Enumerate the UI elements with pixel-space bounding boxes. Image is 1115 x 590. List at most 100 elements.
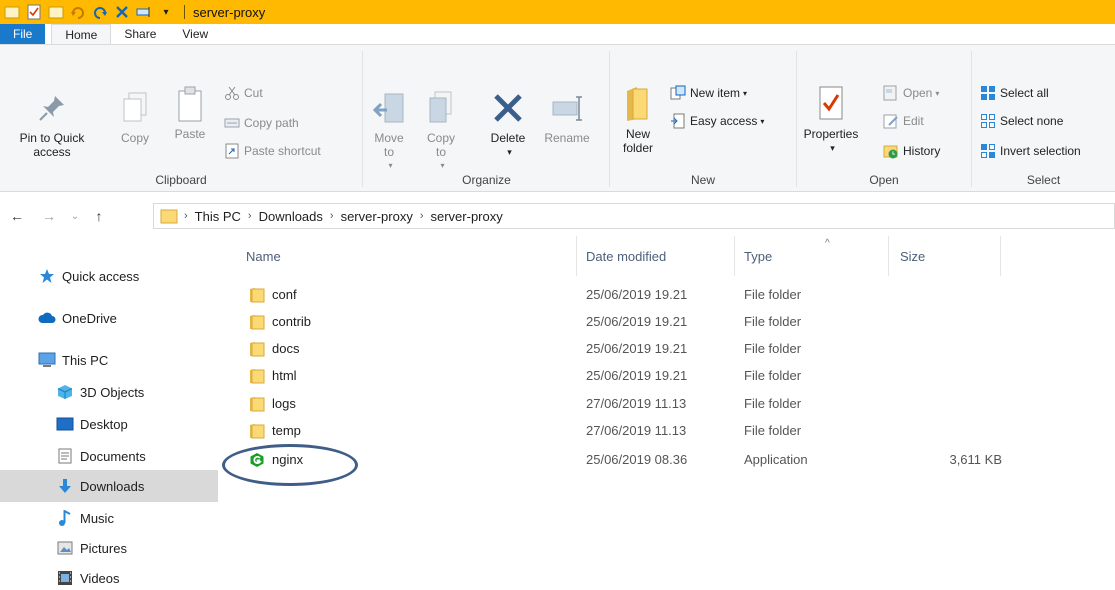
file-type: File folder (744, 423, 802, 438)
easy-access-label: Easy access (690, 114, 758, 128)
file-type: File folder (744, 368, 802, 383)
nav-label: Videos (80, 570, 120, 586)
nav-item-onedrive[interactable]: OneDrive (0, 302, 218, 334)
folder-icon (248, 423, 266, 439)
copy-path-button[interactable]: Copy path (224, 113, 299, 133)
new-item-button[interactable]: New item ▾ (670, 83, 747, 103)
select-group: Select all Select none Invert selection … (972, 45, 1115, 191)
move-to-button[interactable]: Move to ▾ (369, 89, 409, 173)
breadcrumb-server-proxy[interactable]: server-proxy (341, 209, 413, 224)
invert-selection-icon (980, 143, 996, 159)
history-button[interactable]: History (883, 141, 940, 161)
edit-button[interactable]: Edit (883, 111, 924, 131)
address-bar[interactable]: › This PC › Downloads › server-proxy › s… (153, 203, 1115, 229)
column-divider[interactable] (888, 236, 889, 276)
table-row[interactable]: logs 27/06/2019 11.13 File folder (230, 390, 1115, 417)
file-name: docs (272, 341, 300, 356)
folder-icon (4, 4, 20, 20)
clipboard-group: Pin to Quick access Copy Paste Cut Copy … (0, 45, 362, 191)
breadcrumb-this-pc[interactable]: This PC (195, 209, 241, 224)
select-none-button[interactable]: Select none (980, 111, 1063, 131)
file-date: 25/06/2019 19.21 (586, 368, 688, 383)
file-size: 3,611 KB (949, 452, 1002, 467)
tab-home[interactable]: Home (51, 24, 112, 45)
column-header-date-modified[interactable]: Date modified (586, 242, 666, 270)
undo-icon[interactable] (92, 4, 108, 20)
paste-label: Paste (174, 127, 206, 141)
table-row[interactable]: conf 25/06/2019 19.21 File folder (230, 281, 1115, 308)
delete-button[interactable]: Delete ▾ (483, 89, 533, 159)
column-header-size[interactable]: Size (900, 242, 925, 270)
breadcrumb-separator-icon[interactable]: › (184, 210, 188, 222)
table-row[interactable]: temp 27/06/2019 11.13 File folder (230, 417, 1115, 444)
highlight-annotation-oval (222, 444, 358, 486)
column-divider[interactable] (1000, 236, 1001, 276)
paste-shortcut-icon (224, 143, 240, 159)
navigation-bar: ← → ⌄ ↑ › This PC › Downloads › server-p… (0, 203, 1115, 229)
column-header-type[interactable]: Type (744, 242, 884, 270)
customize-toolbar-icon[interactable]: ▾ (158, 4, 174, 20)
back-arrow-icon[interactable]: ← (6, 205, 28, 227)
recent-locations-icon[interactable]: ⌄ (64, 205, 86, 227)
delete-icon[interactable] (114, 4, 130, 20)
nav-item-documents[interactable]: Documents (0, 440, 218, 472)
rename-button[interactable]: Rename (539, 89, 595, 145)
select-all-button[interactable]: Select all (980, 83, 1049, 103)
new-group: New folder New item ▾ Easy access ▾ New (610, 45, 796, 191)
breadcrumb-separator-icon[interactable]: › (420, 210, 424, 222)
column-header-name[interactable]: Name (246, 242, 281, 270)
nav-item-videos[interactable]: Videos (0, 562, 218, 590)
computer-icon (38, 351, 56, 369)
nav-item-this-pc[interactable]: This PC (0, 344, 218, 376)
nav-item-pictures[interactable]: Pictures (0, 532, 218, 564)
table-row[interactable]: contrib 25/06/2019 19.21 File folder (230, 308, 1115, 335)
ribbon-tabs: File Home Share View (0, 24, 1115, 45)
cut-button[interactable]: Cut (224, 83, 263, 103)
breadcrumb-separator-icon[interactable]: › (248, 210, 252, 222)
new-folder-button[interactable]: New folder (614, 85, 662, 155)
copy-to-button[interactable]: Copy to ▾ (421, 89, 461, 173)
invert-selection-button[interactable]: Invert selection (980, 141, 1081, 161)
breadcrumb-server-proxy-current[interactable]: server-proxy (431, 209, 503, 224)
forward-arrow-icon[interactable]: → (38, 205, 60, 227)
pin-to-quick-access-button[interactable]: Pin to Quick access (16, 89, 88, 159)
copy-button[interactable]: Copy (116, 89, 154, 145)
nav-item-quick-access[interactable]: Quick access (0, 260, 218, 292)
file-list: Name Date modified Type ^ Size conf 25/0… (230, 232, 1115, 590)
tab-view[interactable]: View (169, 24, 221, 44)
tab-share[interactable]: Share (111, 24, 169, 44)
paste-button[interactable]: Paste (168, 85, 212, 141)
nav-label: Downloads (80, 478, 145, 494)
nav-label: Pictures (80, 540, 127, 556)
table-row[interactable]: docs 25/06/2019 19.21 File folder (230, 335, 1115, 362)
nav-item-desktop[interactable]: Desktop (0, 408, 218, 440)
tab-file[interactable]: File (0, 24, 46, 44)
copy-icon (118, 89, 152, 127)
select-none-icon (980, 113, 996, 129)
paste-shortcut-button[interactable]: Paste shortcut (224, 141, 321, 161)
breadcrumb-separator-icon[interactable]: › (330, 210, 334, 222)
nav-label: Music (80, 510, 114, 526)
open-group: Properties ▾ Open ▾ Edit History Open (797, 45, 971, 191)
redo-icon[interactable] (70, 4, 86, 20)
select-all-label: Select all (1000, 86, 1049, 100)
nav-item-3d-objects[interactable]: 3D Objects (0, 376, 218, 408)
breadcrumb-downloads[interactable]: Downloads (259, 209, 323, 224)
column-divider[interactable] (734, 236, 735, 276)
properties-check-icon[interactable] (26, 4, 42, 20)
table-row[interactable]: html 25/06/2019 19.21 File folder (230, 362, 1115, 389)
clipboard-group-label: Clipboard (155, 173, 207, 187)
column-divider[interactable] (576, 236, 577, 276)
open-button[interactable]: Open ▾ (883, 83, 939, 103)
nav-item-downloads[interactable]: Downloads (0, 470, 218, 502)
up-arrow-icon[interactable]: ↑ (88, 205, 110, 227)
rename-icon[interactable] (136, 4, 152, 20)
ribbon: Pin to Quick access Copy Paste Cut Copy … (0, 44, 1115, 192)
nav-item-music[interactable]: Music (0, 502, 218, 534)
properties-button[interactable]: Properties ▾ (801, 85, 861, 155)
table-row[interactable]: nginx 25/06/2019 08.36 Application 3,611… (230, 446, 1115, 473)
paste-icon (173, 85, 207, 123)
cube-icon (56, 383, 74, 401)
new-folder-icon[interactable] (48, 4, 64, 20)
easy-access-button[interactable]: Easy access ▾ (670, 111, 764, 131)
